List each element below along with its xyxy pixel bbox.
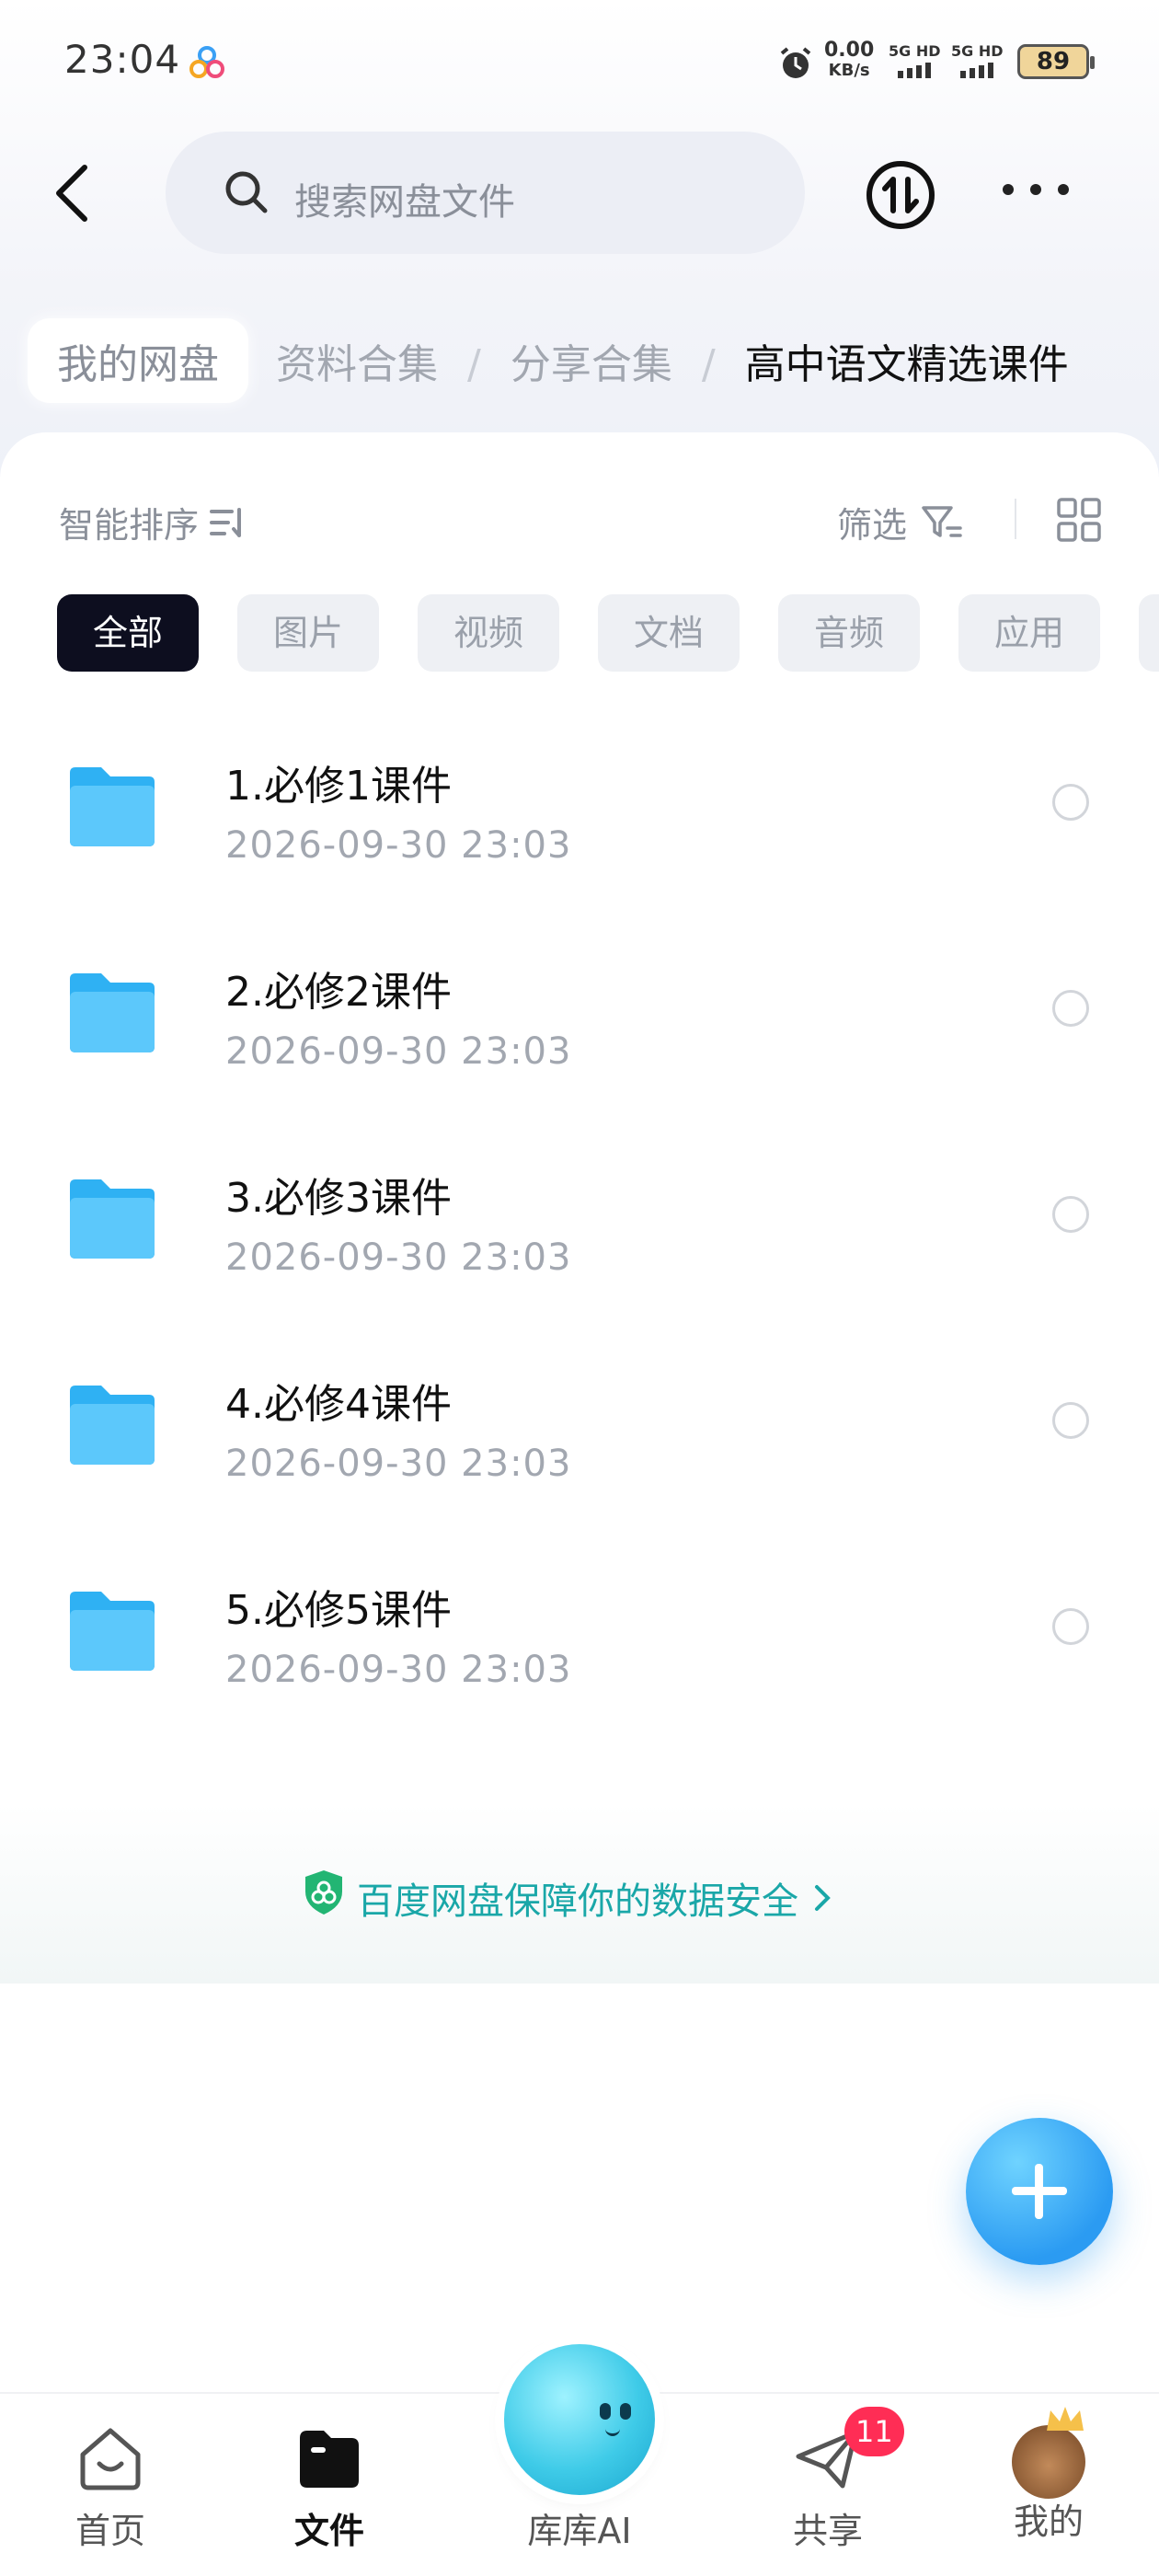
file-date: 2026-09-30 23:03 <box>225 1236 572 1279</box>
breadcrumb-home[interactable]: 我的网盘 <box>28 318 248 403</box>
file-date: 2026-09-30 23:03 <box>225 1030 572 1073</box>
list-item[interactable]: 2.必修2课件 2026-09-30 23:03 <box>0 924 1159 1130</box>
search-placeholder: 搜索网盘文件 <box>294 181 515 224</box>
sim2-label: 5G HD <box>951 42 1004 60</box>
file-name: 3.必修3课件 <box>225 1175 452 1222</box>
sim1-label: 5G HD <box>889 42 941 60</box>
home-icon <box>80 2428 141 2490</box>
baidu-cloud-indicator-icon <box>189 46 224 78</box>
file-date: 2026-09-30 23:03 <box>225 1649 572 1691</box>
list-item[interactable]: 1.必修1课件 2026-09-30 23:03 <box>0 718 1159 924</box>
sort-button[interactable]: 智能排序 <box>59 497 248 547</box>
sort-label: 智能排序 <box>59 505 200 546</box>
add-button[interactable] <box>966 2118 1113 2265</box>
chip-videos[interactable]: 视频 <box>418 594 559 672</box>
file-date: 2026-09-30 23:03 <box>225 1443 572 1485</box>
folder-icon <box>70 767 155 846</box>
chip-more[interactable] <box>1139 594 1159 672</box>
folder-icon <box>70 1179 155 1259</box>
list-item[interactable]: 4.必修4课件 2026-09-30 23:03 <box>0 1336 1159 1542</box>
tab-home-label: 首页 <box>75 2511 145 2551</box>
search-icon <box>225 171 268 213</box>
chip-images[interactable]: 图片 <box>237 594 379 672</box>
avatar[interactable] <box>1012 2407 1085 2499</box>
ai-assistant-button[interactable] <box>504 2344 655 2495</box>
ai-eye <box>620 2403 631 2420</box>
sim2-signal-icon <box>960 63 993 78</box>
battery-indicator: 89 <box>1017 44 1095 79</box>
filter-label: 筛选 <box>837 505 908 546</box>
breadcrumb: 资料合集 / 分享合集 / 高中语文精选课件 <box>276 331 1069 390</box>
folder-icon <box>70 973 155 1052</box>
grid-view-icon[interactable] <box>1056 497 1102 543</box>
more-icon[interactable] <box>1003 184 1076 204</box>
breadcrumb-separator: / <box>701 341 716 388</box>
transfer-icon[interactable] <box>865 159 936 231</box>
net-speed-value: 0.00 <box>824 39 875 62</box>
toolbar-divider <box>1015 499 1016 539</box>
tab-files-label: 文件 <box>293 2511 364 2551</box>
ai-eye <box>600 2403 611 2420</box>
chip-documents[interactable]: 文档 <box>598 594 740 672</box>
list-item[interactable]: 3.必修3课件 2026-09-30 23:03 <box>0 1130 1159 1336</box>
folder-icon <box>70 1386 155 1465</box>
category-chips: 全部 图片 视频 文档 音频 应用 <box>57 594 1159 673</box>
ai-mouth <box>605 2429 620 2436</box>
net-speed: 0.00 KB/s <box>824 40 874 81</box>
chevron-right-icon <box>815 1885 831 1911</box>
sim1-signal-icon <box>898 63 931 78</box>
select-radio[interactable] <box>1052 784 1089 821</box>
notification-badge: 11 <box>844 2407 904 2456</box>
chip-apps[interactable]: 应用 <box>958 594 1100 672</box>
file-date: 2026-09-30 23:03 <box>225 824 572 867</box>
breadcrumb-item-1[interactable]: 资料合集 <box>276 341 438 388</box>
folder-icon <box>70 1592 155 1671</box>
back-chevron-left-icon[interactable] <box>46 156 101 230</box>
select-radio[interactable] <box>1052 1402 1089 1439</box>
tab-me-label: 我的 <box>1013 2501 1084 2542</box>
search-bar[interactable]: 搜索网盘文件 <box>166 132 805 254</box>
select-radio[interactable] <box>1052 1196 1089 1233</box>
net-speed-unit: KB/s <box>828 61 870 80</box>
chip-all[interactable]: 全部 <box>57 594 199 672</box>
tab-ai-label[interactable]: 库库AI <box>497 2502 662 2553</box>
security-banner[interactable]: 百度网盘保障你的数据安全 <box>0 1803 1159 1984</box>
crown-icon <box>1047 2407 1084 2431</box>
file-name: 4.必修4课件 <box>225 1381 452 1428</box>
shield-icon <box>305 1870 342 1915</box>
banner-text: 百度网盘保障你的数据安全 <box>357 1880 798 1923</box>
breadcrumb-item-2[interactable]: 分享合集 <box>511 341 672 388</box>
tab-home[interactable]: 首页 <box>37 2421 184 2553</box>
select-radio[interactable] <box>1052 990 1089 1027</box>
list-item[interactable]: 5.必修5课件 2026-09-30 23:03 <box>0 1542 1159 1748</box>
tab-files[interactable]: 文件 <box>256 2421 403 2553</box>
status-time: 23:04 <box>64 37 181 82</box>
breadcrumb-separator: / <box>467 341 481 388</box>
select-radio[interactable] <box>1052 1608 1089 1645</box>
filter-button[interactable]: 筛选 <box>837 497 964 547</box>
chip-audio[interactable]: 音频 <box>778 594 920 672</box>
status-bar: 23:04 0.00 KB/s 5G HD 5G HD 89 <box>0 0 1159 120</box>
filter-icon <box>922 505 962 537</box>
alarm-icon <box>780 47 811 78</box>
tab-share-label: 共享 <box>792 2511 863 2551</box>
file-name: 5.必修5课件 <box>225 1587 452 1634</box>
breadcrumb-current: 高中语文精选课件 <box>744 341 1069 388</box>
sort-icon <box>210 507 242 537</box>
file-name: 1.必修1课件 <box>225 763 452 810</box>
folder-tab-icon <box>300 2431 359 2488</box>
file-name: 2.必修2课件 <box>225 969 452 1016</box>
